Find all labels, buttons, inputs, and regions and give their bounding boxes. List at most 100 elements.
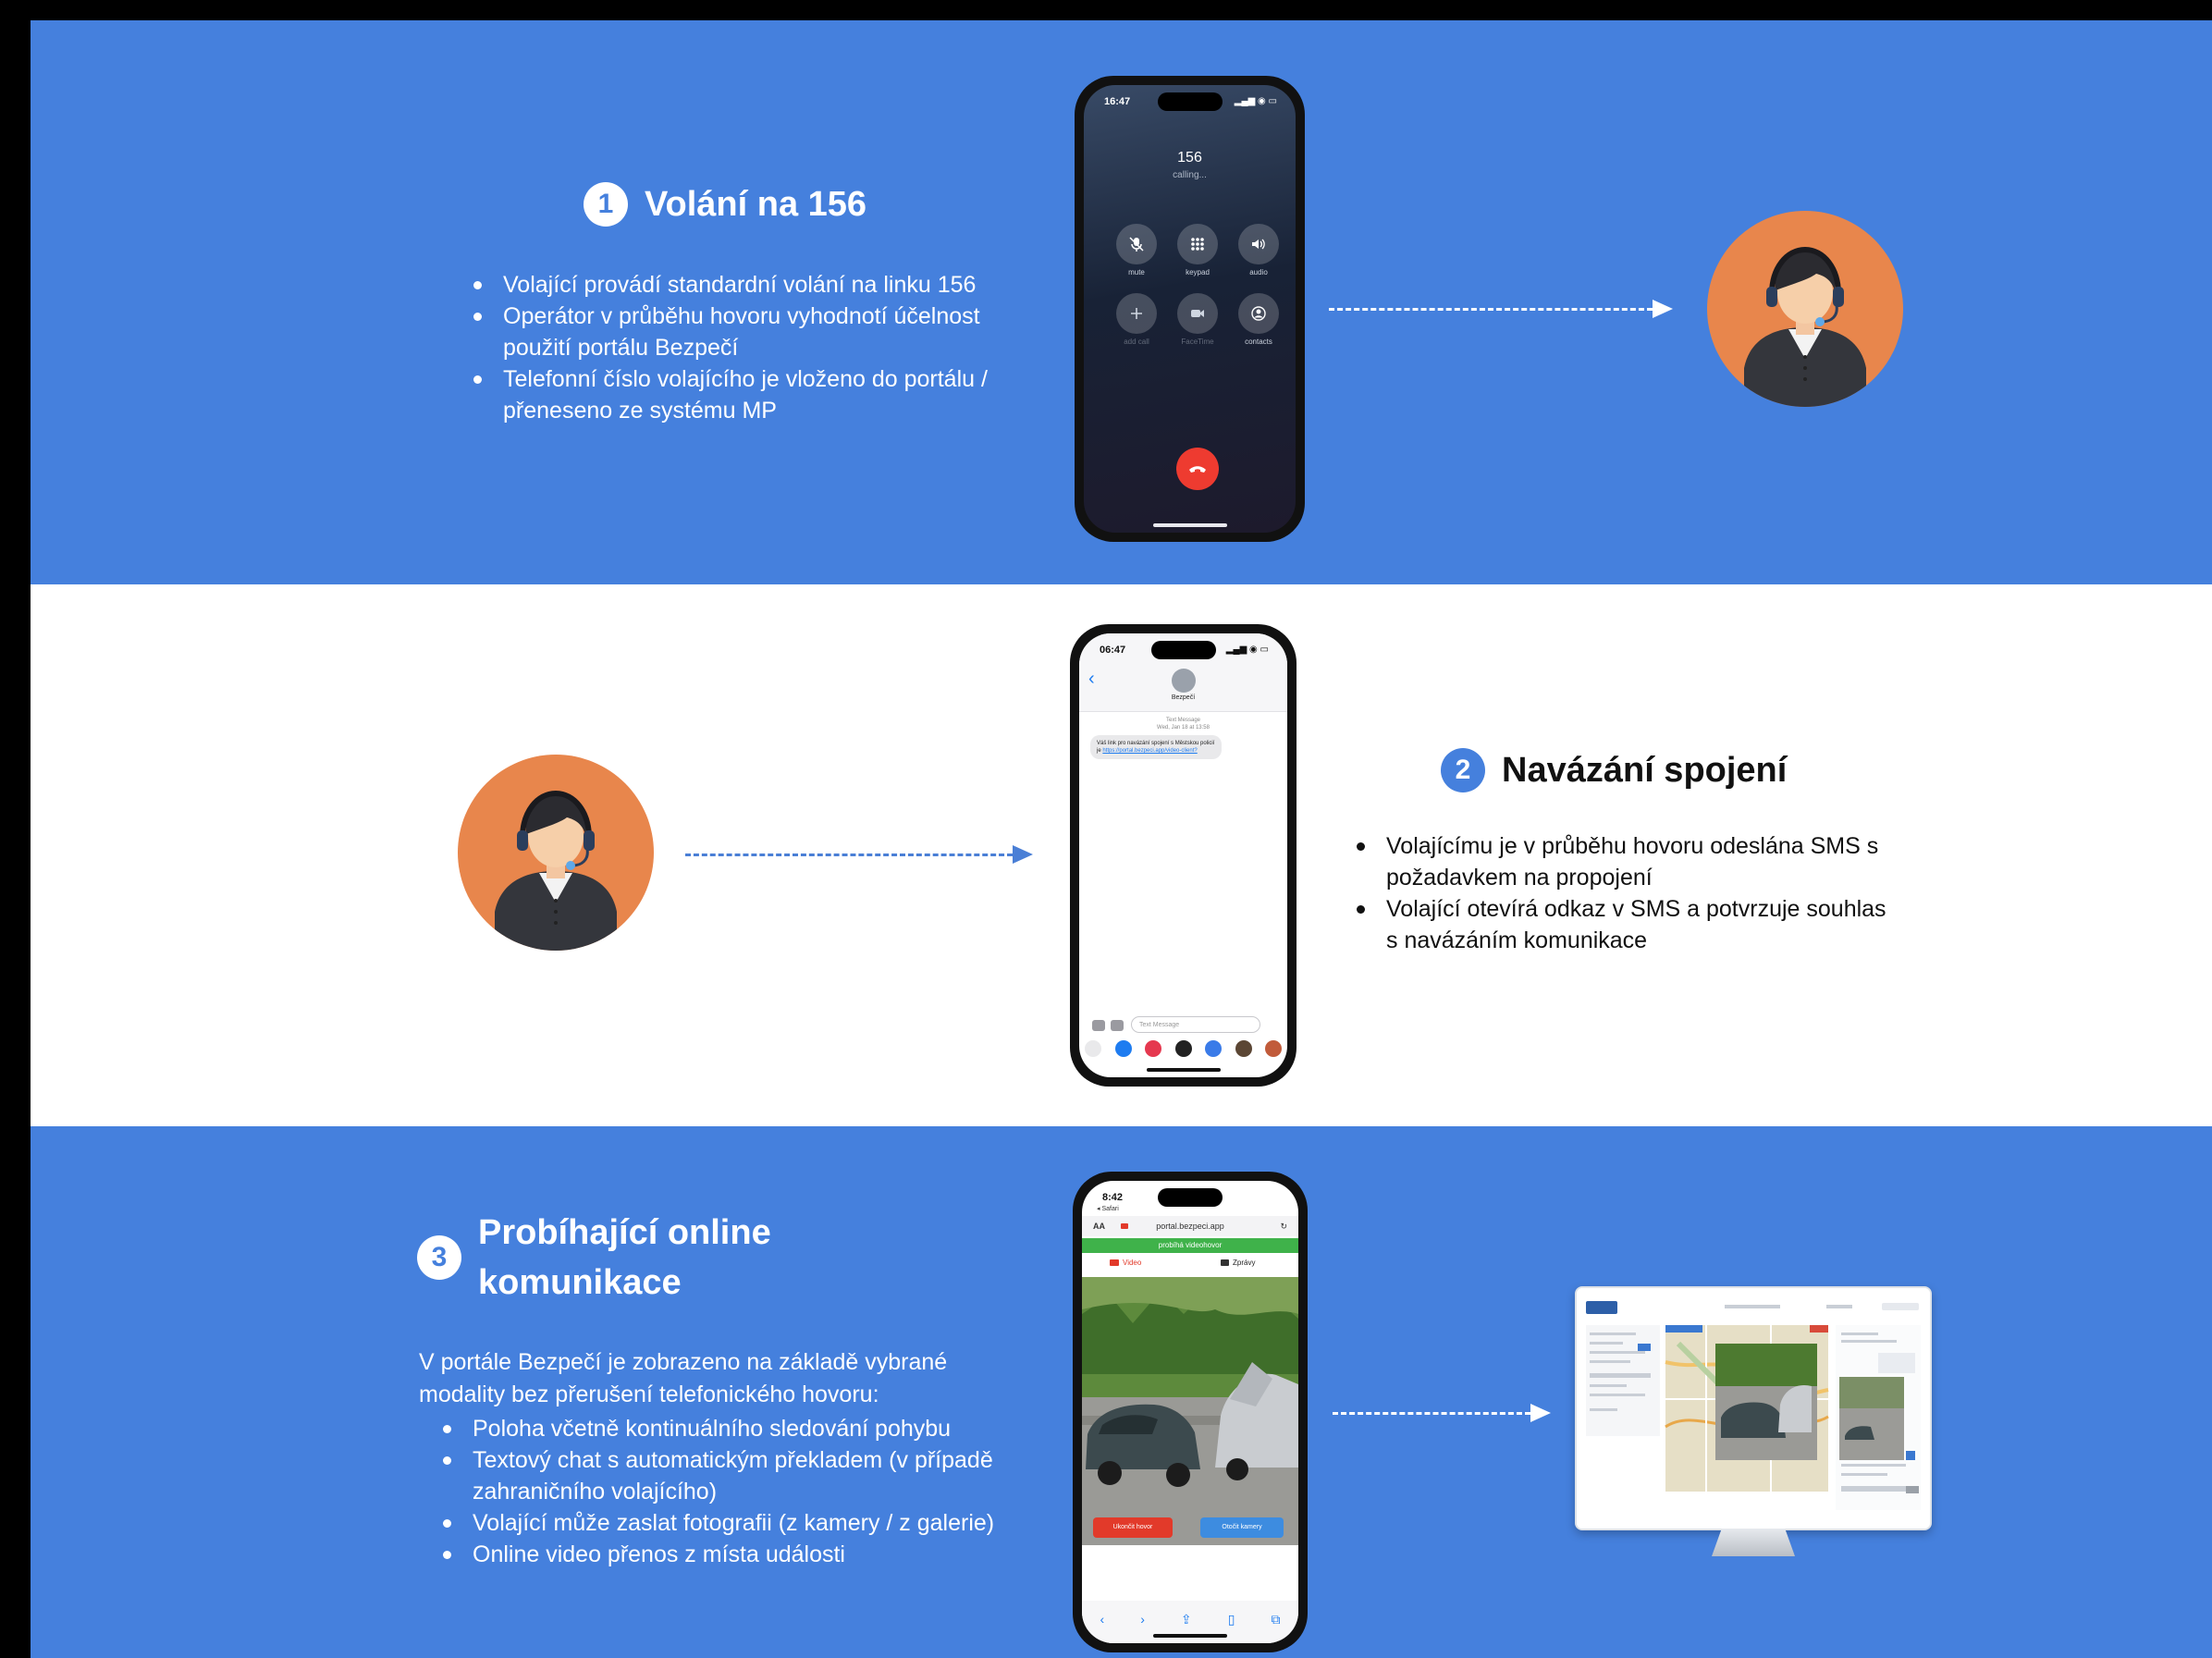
facetime-icon[interactable] xyxy=(1177,293,1218,334)
browser-address-bar[interactable]: AA portal.bezpeci.app ↻ xyxy=(1082,1216,1298,1236)
reload-icon[interactable]: ↻ xyxy=(1280,1216,1287,1236)
step-3-title: Probíhající online komunikace xyxy=(478,1208,771,1308)
mute-label: mute xyxy=(1128,268,1145,276)
video-icon xyxy=(1110,1259,1119,1266)
portal-screen: 8:42 ◂ Safari AA portal.bezpeci.app ↻ pr… xyxy=(1082,1181,1298,1643)
contact-name: Bezpečí xyxy=(1171,694,1196,701)
sms-link[interactable]: https://portal.bezpeci.app/video-client? xyxy=(1102,748,1197,754)
search-app-icon[interactable] xyxy=(1145,1040,1161,1057)
flow-arrow-3 xyxy=(1333,1404,1551,1422)
step-1-heading: 1 Volání na 156 xyxy=(584,179,866,229)
call-status: calling... xyxy=(1173,170,1207,180)
camera-icon[interactable] xyxy=(1092,1020,1105,1031)
status-time: 16:47 xyxy=(1104,96,1131,107)
step-3-heading: 3 Probíhající online komunikace xyxy=(417,1208,771,1308)
call-screen: 16:47 ▂▄▆ ◉ ▭ 156 calling... mute keypad… xyxy=(1084,85,1296,533)
status-icons: ▂▄▆ ◉ ▭ xyxy=(1225,645,1269,655)
bookmarks-icon[interactable]: ▯ xyxy=(1228,1612,1235,1627)
step-3-bullet-list: Poloha včetně kontinuálního sledování po… xyxy=(437,1413,1029,1570)
monitor-stand xyxy=(1712,1529,1795,1556)
back-icon[interactable]: ‹ xyxy=(1100,1612,1105,1627)
step-2-bullet-list: Volajícímu je v průběhu hovoru odeslána … xyxy=(1351,830,1887,956)
call-in-progress-banner: probíhá videohovor xyxy=(1082,1238,1298,1253)
status-time: 8:42 xyxy=(1102,1192,1124,1203)
phone-call-mockup: 16:47 ▂▄▆ ◉ ▭ 156 calling... mute keypad… xyxy=(1075,76,1305,542)
step-1-section: 1 Volání na 156 Volající provádí standar… xyxy=(31,20,2212,584)
keypad-icon[interactable] xyxy=(1177,224,1218,264)
add-call-label: add call xyxy=(1124,338,1149,346)
phone-sms-mockup: 06:47 ▂▄▆ ◉ ▭ ‹ Bezpečí Text Message Wed… xyxy=(1070,624,1296,1087)
step-1-bullet: Volající provádí standardní volání na li… xyxy=(468,269,1041,301)
sticker-app-icon[interactable] xyxy=(1235,1040,1252,1057)
portal-dashboard-thumbnail xyxy=(1577,1288,1930,1529)
desktop-monitor xyxy=(1575,1286,1932,1556)
tab-video[interactable]: Video xyxy=(1123,1259,1141,1267)
step-2-section: 06:47 ▂▄▆ ◉ ▭ ‹ Bezpečí Text Message Wed… xyxy=(31,584,2212,1126)
operator-icon xyxy=(1744,246,1866,407)
end-call-button[interactable] xyxy=(1176,448,1219,490)
speaker-icon[interactable] xyxy=(1238,224,1279,264)
message-input[interactable]: Text Message xyxy=(1131,1016,1260,1033)
home-indicator xyxy=(1153,1634,1227,1638)
step-3-bullet: Online video přenos z místa události xyxy=(437,1539,1029,1570)
messages-icon xyxy=(1221,1259,1229,1266)
step-2-bullet: Volajícímu je v průběhu hovoru odeslána … xyxy=(1351,830,1887,893)
add-call-icon[interactable] xyxy=(1116,293,1157,334)
forward-icon[interactable]: › xyxy=(1140,1612,1145,1627)
step-3-bullet: Volající může zaslat fotografii (z kamer… xyxy=(437,1507,1029,1539)
step-3-title-line1: Probíhající online xyxy=(478,1213,771,1252)
imessage-app-row xyxy=(1085,1040,1282,1059)
message-date: Wed, Jan 18 at 13:58 xyxy=(1157,725,1210,731)
step-3-number: 3 xyxy=(417,1235,461,1280)
tab-messages[interactable]: Zprávy xyxy=(1233,1259,1255,1267)
portal-tabs: Video Zprávy xyxy=(1082,1255,1298,1275)
step-3-bullet: Textový chat s automatickým překladem (v… xyxy=(437,1444,1029,1507)
dynamic-island xyxy=(1150,641,1216,659)
memoji-app-icon[interactable] xyxy=(1205,1040,1222,1057)
dynamic-island xyxy=(1157,92,1223,111)
facetime-label: FaceTime xyxy=(1181,338,1214,346)
portal-dashboard-screen xyxy=(1575,1286,1932,1530)
appstore-app-icon[interactable] xyxy=(1114,1040,1132,1057)
audio-label: audio xyxy=(1249,268,1268,276)
operator-avatar xyxy=(1707,211,1903,407)
tabs-icon[interactable]: ⧉ xyxy=(1271,1612,1280,1627)
applepay-app-icon[interactable] xyxy=(1174,1040,1192,1057)
step-1-bullet: Operátor v průběhu hovoru vyhodnotí účel… xyxy=(468,301,1041,363)
status-icons: ▂▄▆ ◉ ▭ xyxy=(1234,96,1277,106)
app-store-icon[interactable] xyxy=(1111,1020,1124,1031)
contacts-icon[interactable] xyxy=(1238,293,1279,334)
message-meta: Text Message Wed, Jan 18 at 13:58 xyxy=(1079,717,1287,731)
sms-screen: 06:47 ▂▄▆ ◉ ▭ ‹ Bezpečí Text Message Wed… xyxy=(1079,633,1287,1077)
hang-up-icon xyxy=(1189,466,1206,473)
page-frame: 1 Volání na 156 Volající provádí standar… xyxy=(0,0,2212,1658)
back-chevron-icon[interactable]: ‹ xyxy=(1088,669,1095,690)
step-2-bullet: Volající otevírá odkaz v SMS a potvrzuje… xyxy=(1351,893,1887,956)
phone-portal-mockup: 8:42 ◂ Safari AA portal.bezpeci.app ↻ pr… xyxy=(1073,1172,1308,1652)
home-indicator xyxy=(1146,1068,1221,1072)
step-3-bullet: Poloha včetně kontinuálního sledování po… xyxy=(437,1413,1029,1444)
more-app-icon[interactable] xyxy=(1265,1040,1282,1057)
message-type: Text Message xyxy=(1165,718,1201,723)
back-to-safari[interactable]: ◂ Safari xyxy=(1097,1205,1119,1212)
step-1-title: Volání na 156 xyxy=(645,185,867,224)
contact-avatar[interactable] xyxy=(1171,669,1196,693)
home-indicator xyxy=(1152,523,1227,527)
step-3-section: 3 Probíhající online komunikace V portál… xyxy=(31,1126,2212,1658)
call-number: 156 xyxy=(1177,150,1202,166)
step-1-bullet-list: Volající provádí standardní volání na li… xyxy=(468,269,1041,426)
dynamic-island xyxy=(1158,1188,1223,1207)
keypad-label: keypad xyxy=(1186,268,1210,276)
step-1-bullet: Telefonní číslo volajícího je vloženo do… xyxy=(468,363,1041,426)
share-icon[interactable]: ⇪ xyxy=(1181,1612,1192,1627)
photos-app-icon[interactable] xyxy=(1085,1040,1101,1057)
url-text: portal.bezpeci.app xyxy=(1156,1222,1224,1231)
step-2-number: 2 xyxy=(1441,748,1485,792)
end-call-button[interactable]: Ukončit hovor xyxy=(1093,1517,1173,1538)
sms-bubble: Váš link pro navázání spojení s Městskou… xyxy=(1090,735,1222,759)
step-2-heading: 2 Navázání spojení xyxy=(1441,745,1787,795)
mute-icon[interactable] xyxy=(1116,224,1157,264)
operator-avatar xyxy=(458,755,654,951)
step-2-title: Navázání spojení xyxy=(1502,751,1788,790)
switch-camera-button[interactable]: Otočit kamery xyxy=(1200,1517,1284,1538)
